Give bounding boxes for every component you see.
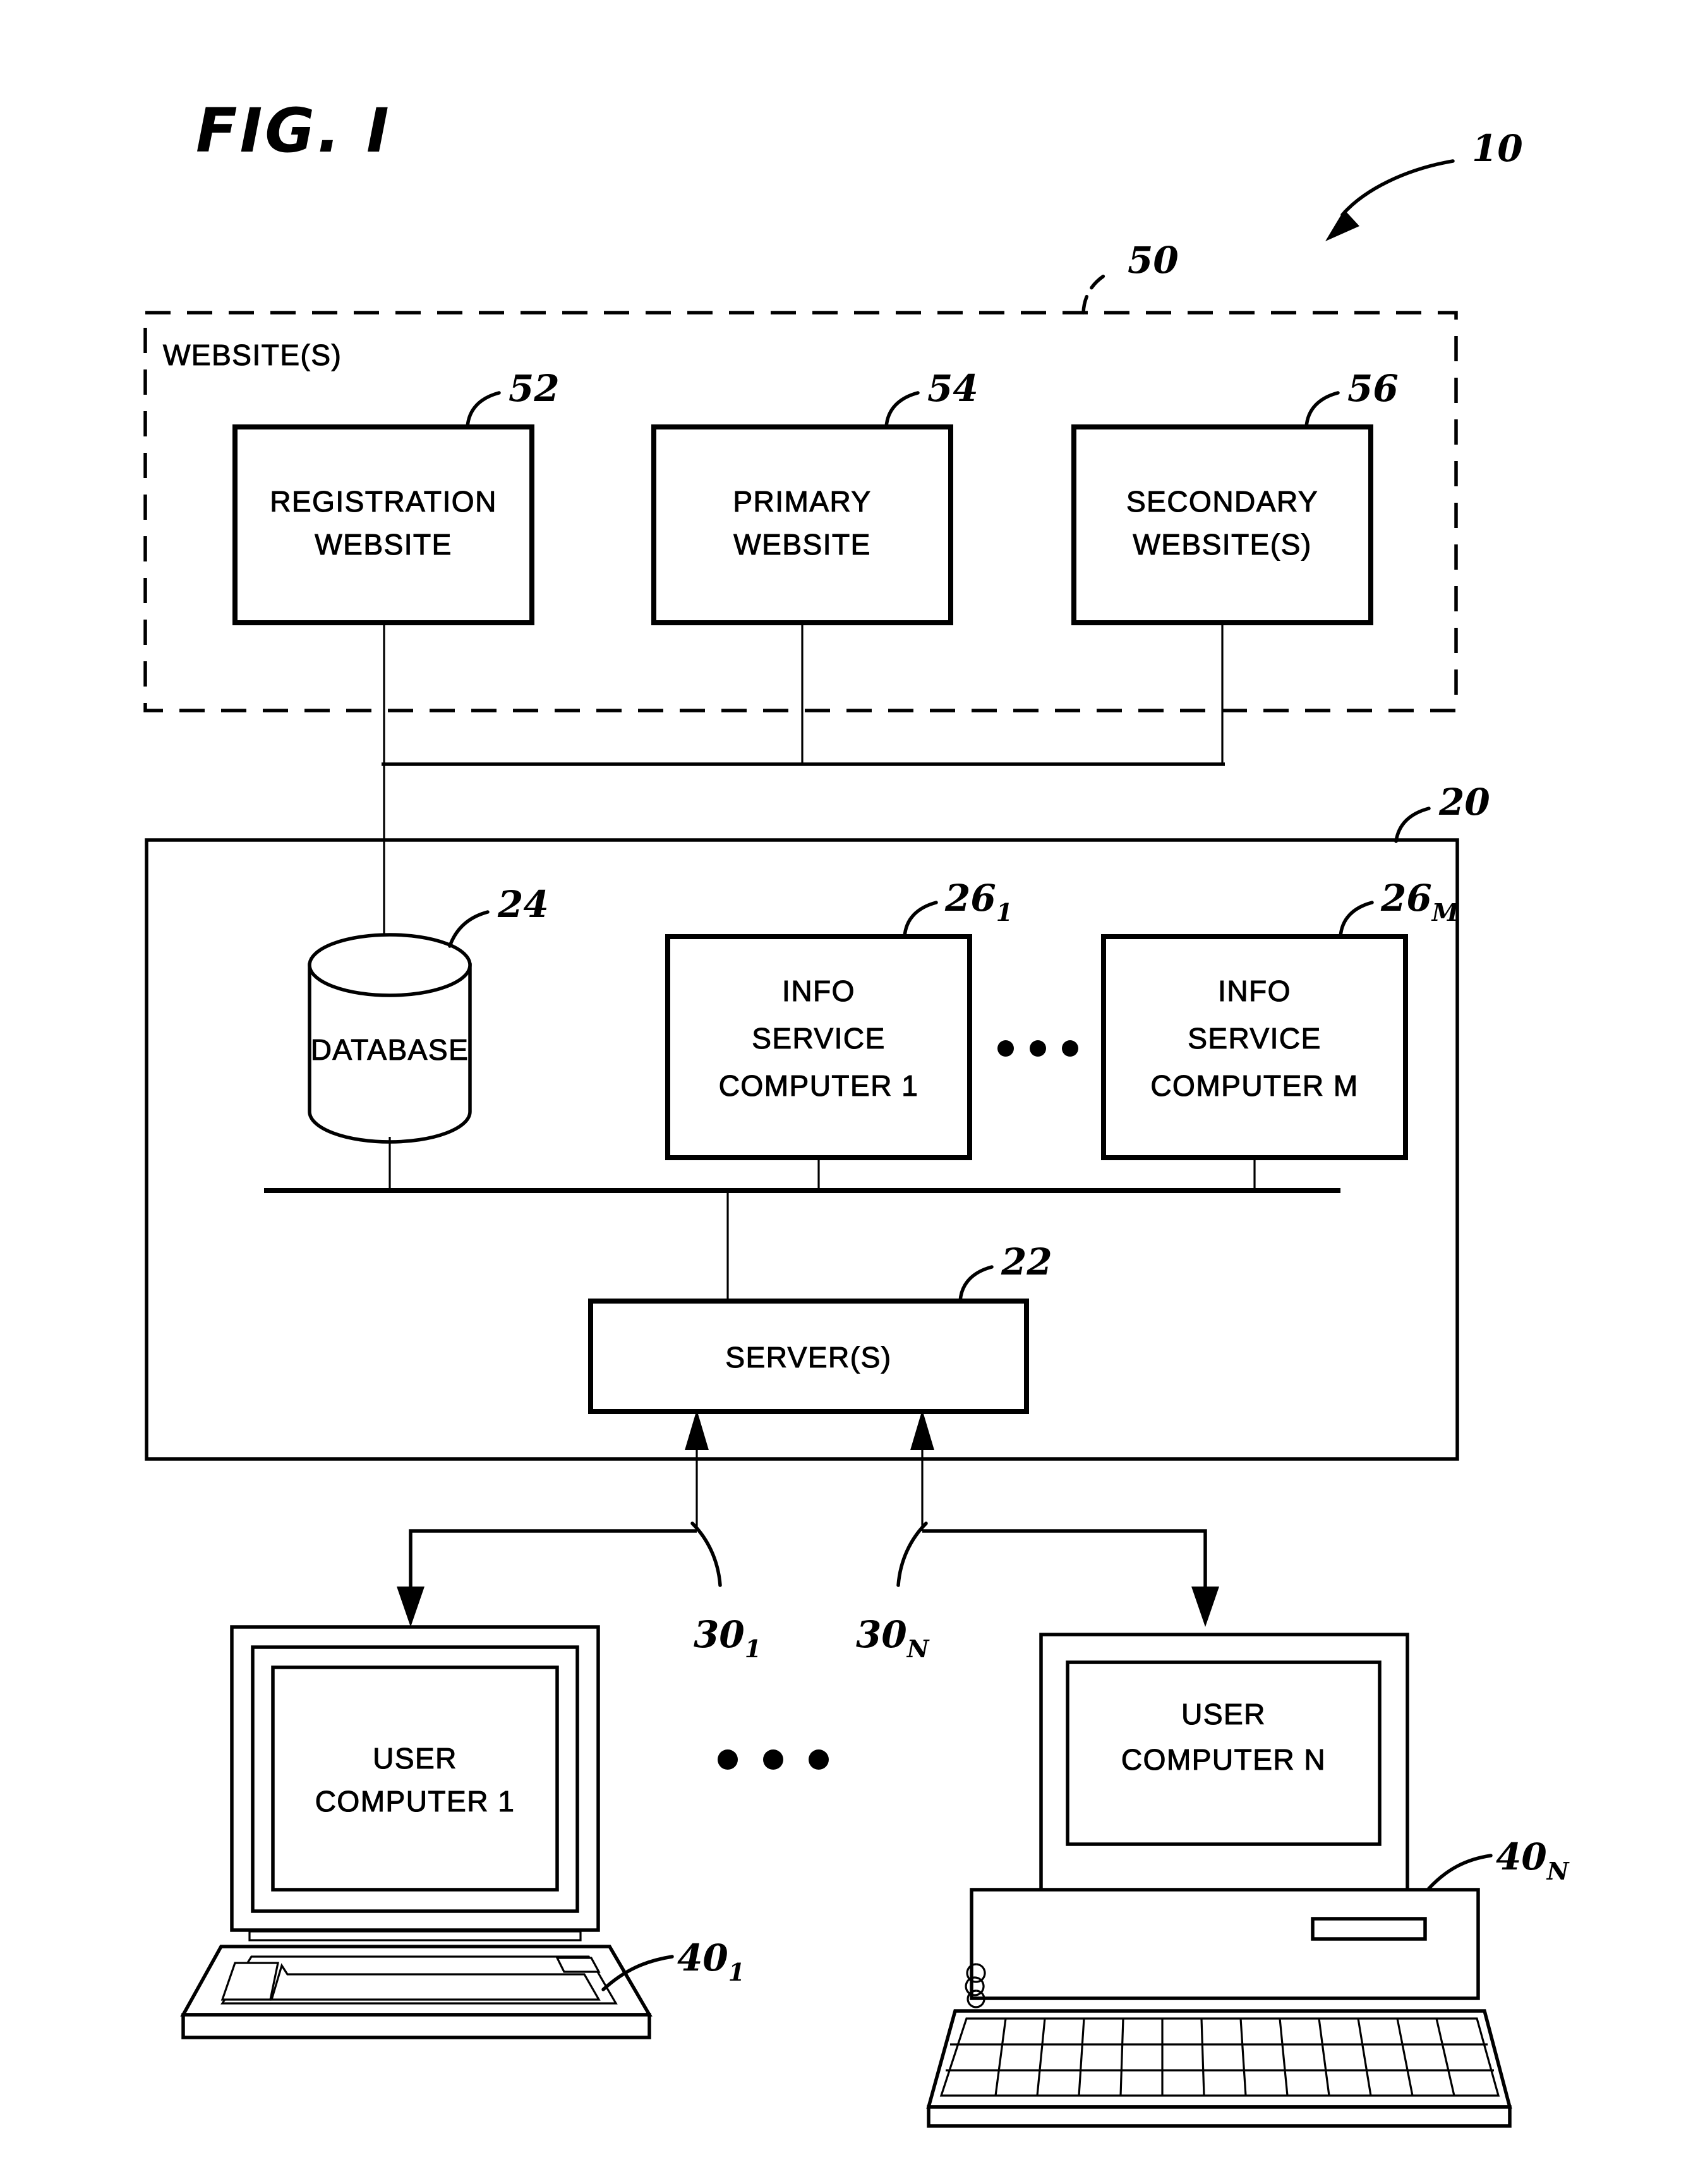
secondary-website-line2: WEBSITE(S) xyxy=(1133,528,1311,561)
info-service-computer-1-line2: SERVICE xyxy=(752,1022,886,1055)
registration-website-line2: WEBSITE xyxy=(315,528,452,561)
info-service-computer-m-line1: INFO xyxy=(1218,975,1291,1007)
primary-website-line1: PRIMARY xyxy=(733,485,871,518)
desktop-drive-slot xyxy=(1311,1917,1427,1941)
ref-numeral-56: 56 xyxy=(1347,367,1399,410)
user-computer-ellipsis xyxy=(718,1749,829,1770)
ref-30-n-base: 30 xyxy=(856,1613,907,1656)
ref-26-1-sub: 1 xyxy=(996,898,1013,927)
ref-40-n-sub: N xyxy=(1546,1857,1570,1885)
ref-numeral-20: 20 xyxy=(1438,781,1490,824)
user-computer-1-line1: USER xyxy=(373,1742,457,1775)
database-label: DATABASE xyxy=(311,1033,469,1066)
ref-26-m-base: 26 xyxy=(1380,877,1432,920)
desktop-keyboard-inner xyxy=(939,2017,1500,2097)
isc-ellipsis-dot-3 xyxy=(1062,1040,1078,1057)
secondary-website-rect xyxy=(1071,424,1373,625)
ref-30-n-sub: N xyxy=(906,1635,930,1663)
info-service-ellipsis xyxy=(997,1040,1078,1057)
laptop-screen xyxy=(271,1665,559,1892)
user-ellipsis-dot-2 xyxy=(763,1749,783,1770)
figure-canvas: FIG. I 10 WEBSITE(S) 50 REGISTRATION WEB… xyxy=(0,0,1698,2184)
ref-numeral-22: 22 xyxy=(1001,1240,1052,1283)
primary-website-box[interactable]: PRIMARY WEBSITE xyxy=(651,424,953,625)
user-computer-n-line2: COMPUTER N xyxy=(1121,1743,1326,1776)
laptop-front-lip xyxy=(181,2013,651,2039)
info-service-computer-1-line3: COMPUTER 1 xyxy=(719,1069,919,1102)
ref-numeral-10: 10 xyxy=(1472,127,1523,170)
server-label: SERVER(S) xyxy=(725,1341,891,1374)
info-service-computer-m-line3: COMPUTER M xyxy=(1150,1069,1358,1102)
ref-numeral-24: 24 xyxy=(497,883,549,926)
ref-30-1-sub: 1 xyxy=(745,1635,761,1663)
figure-title: FIG. I xyxy=(196,95,392,166)
secondary-website-box[interactable]: SECONDARY WEBSITE(S) xyxy=(1071,424,1373,625)
primary-website-rect xyxy=(651,424,953,625)
user-ellipsis-dot-1 xyxy=(718,1749,738,1770)
user-computer-1-line2: COMPUTER 1 xyxy=(315,1785,515,1818)
server-box[interactable]: SERVER(S) xyxy=(588,1299,1029,1414)
ref-numeral-50: 50 xyxy=(1128,239,1179,282)
website-group-label: WEBSITE(S) xyxy=(163,339,342,371)
info-service-computer-1-line1: INFO xyxy=(782,975,855,1007)
isc-ellipsis-dot-2 xyxy=(1030,1040,1046,1057)
ref-40-1-sub: 1 xyxy=(728,1958,745,1986)
ref-40-1-base: 40 xyxy=(677,1936,728,1979)
registration-website-rect xyxy=(232,424,534,625)
info-service-computer-m-line2: SERVICE xyxy=(1188,1022,1322,1055)
user-computer-1[interactable]: USER COMPUTER 1 xyxy=(180,1625,653,2039)
database-top xyxy=(308,933,472,997)
laptop-hinge xyxy=(248,1930,582,1941)
isc-ellipsis-dot-1 xyxy=(997,1040,1014,1057)
database-cylinder[interactable]: DATABASE xyxy=(308,933,472,1144)
info-service-computer-1-box[interactable]: INFO SERVICE COMPUTER 1 xyxy=(665,934,972,1160)
primary-website-line2: WEBSITE xyxy=(733,528,871,561)
patent-figure: FIG. I 10 WEBSITE(S) 50 REGISTRATION WEB… xyxy=(0,0,1698,2184)
laptop-power-key xyxy=(555,1957,601,1973)
ref-40-n-base: 40 xyxy=(1496,1835,1547,1878)
user-ellipsis-dot-3 xyxy=(809,1749,829,1770)
info-service-computer-m-box[interactable]: INFO SERVICE COMPUTER M xyxy=(1101,934,1408,1160)
user-computer-n-line1: USER xyxy=(1181,1698,1266,1731)
registration-website-box[interactable]: REGISTRATION WEBSITE xyxy=(232,424,534,625)
ref-26-1-base: 26 xyxy=(944,877,996,920)
desktop-keyboard-lip xyxy=(927,2105,1512,2128)
ref-26-m-sub: M xyxy=(1431,898,1459,927)
ref-numeral-54: 54 xyxy=(927,367,978,410)
registration-website-line1: REGISTRATION xyxy=(270,485,497,518)
secondary-website-line1: SECONDARY xyxy=(1126,485,1318,518)
desktop-case xyxy=(970,1888,1480,2000)
ref-numeral-52: 52 xyxy=(509,367,560,410)
ref-30-1-base: 30 xyxy=(694,1613,745,1656)
